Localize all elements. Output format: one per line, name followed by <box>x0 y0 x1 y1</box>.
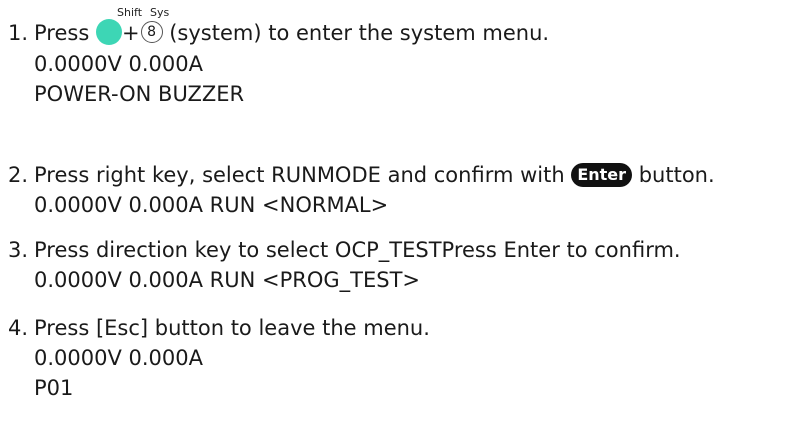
enter-key-icon: Enter <box>571 163 633 187</box>
step-instruction: Press [Esc] button to leave the menu. <box>34 316 430 340</box>
display-readout: P01 <box>34 376 74 400</box>
instruction-post: button. <box>632 163 715 187</box>
display-readout: 0.0000V 0.000A RUN <PROG_TEST> <box>34 268 421 292</box>
shift-key-label: Shift <box>117 6 143 19</box>
sys-key-8-icon: 8 <box>140 21 163 43</box>
display-readout: POWER-ON BUZZER <box>34 82 245 106</box>
instruction-pre: Press <box>34 21 96 45</box>
step-instruction: Press right key, select RUNMODE and conf… <box>34 160 715 190</box>
instruction-post: (system) to enter the system menu. <box>162 21 550 45</box>
display-readout: 0.0000V 0.000A <box>34 52 204 76</box>
step-number: 1. <box>8 21 29 45</box>
step-number: 4. <box>8 316 29 340</box>
step-number: 2. <box>8 163 29 187</box>
step-instruction: Press direction key to select OCP_TESTPr… <box>34 238 681 262</box>
sys-key-label: Sys <box>150 6 170 19</box>
step-instruction: Press +8 (system) to enter the system me… <box>34 18 549 48</box>
instruction-pre: Press right key, select RUNMODE and conf… <box>34 163 572 187</box>
shift-key-icon <box>95 19 122 45</box>
plus-sign: + <box>121 21 140 45</box>
display-readout: 0.0000V 0.000A RUN <NORMAL> <box>34 193 389 217</box>
step-number: 3. <box>8 238 29 262</box>
display-readout: 0.0000V 0.000A <box>34 346 204 370</box>
